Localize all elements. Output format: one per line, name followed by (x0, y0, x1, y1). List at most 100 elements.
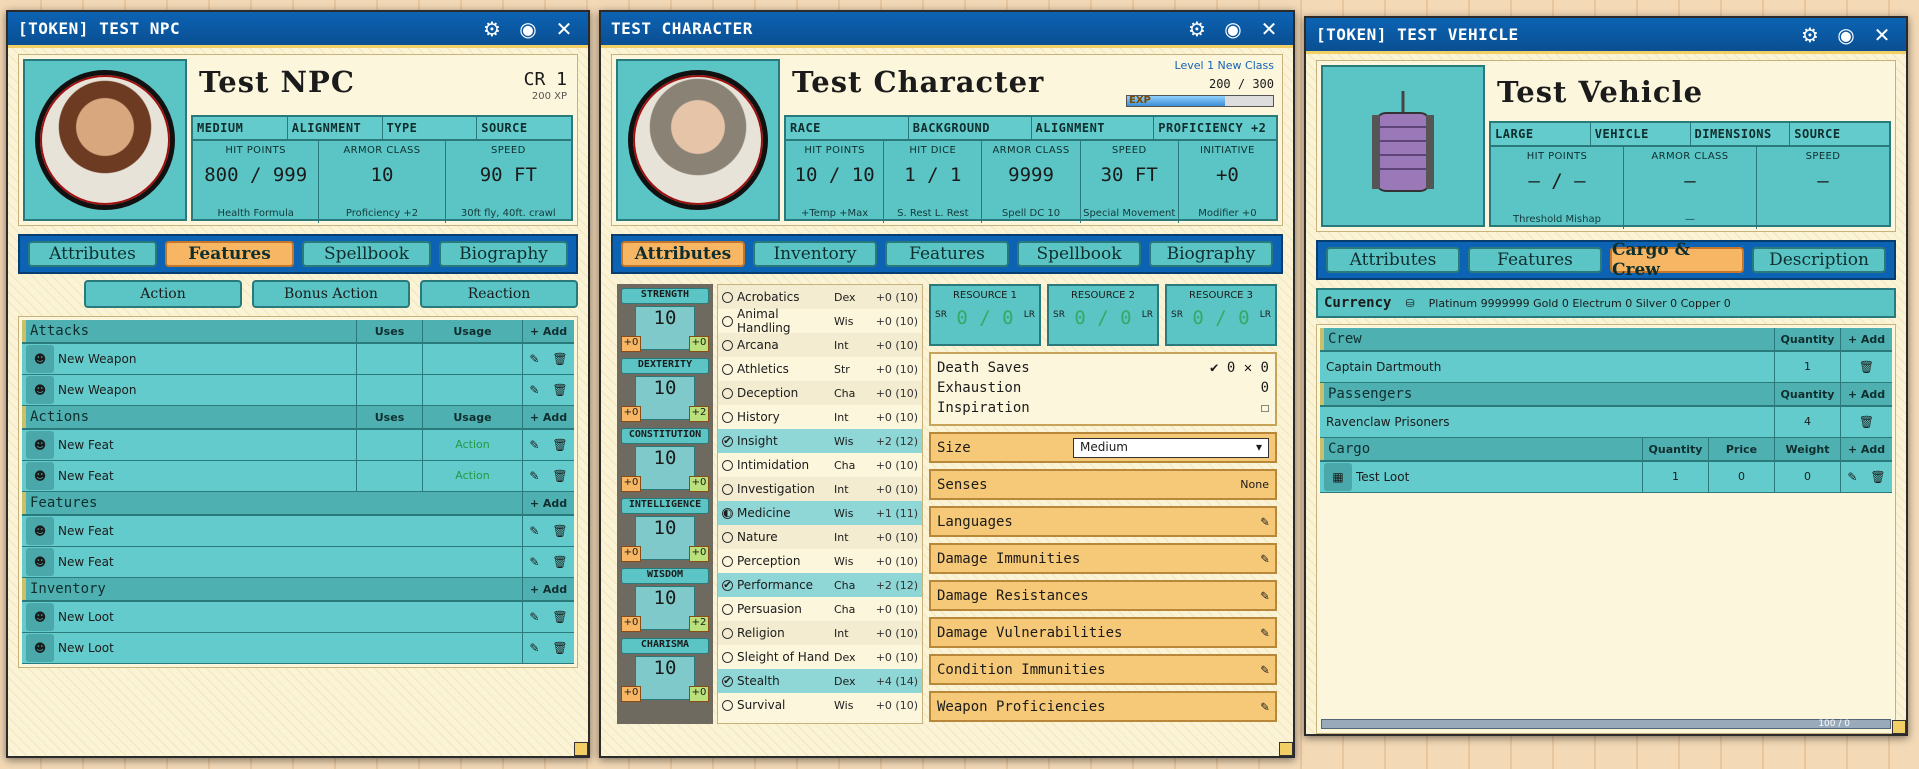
race-field[interactable]: RACE (786, 117, 909, 139)
ability-modifier[interactable]: +0 (621, 616, 641, 632)
ability-wisdom[interactable]: WISDOM 10 +0 +2 (621, 568, 709, 634)
item-image-icon[interactable]: ☻ (26, 548, 54, 576)
character-name[interactable]: Test Character (792, 65, 1044, 99)
tab-attributes[interactable]: Attributes (621, 241, 745, 267)
trash-icon[interactable]: 🗑 (1870, 470, 1885, 484)
size-select[interactable]: Medium ▾ (1073, 437, 1269, 458)
tab-biography[interactable]: Biography (1149, 241, 1273, 267)
proficiency-toggle[interactable] (722, 363, 733, 375)
resize-handle[interactable] (1279, 742, 1293, 756)
skill-name[interactable]: Insight (737, 434, 834, 448)
trash-icon[interactable]: 🗑 (552, 555, 567, 569)
cargo-name[interactable]: Test Loot (1356, 470, 1642, 484)
saving-throw-modifier[interactable]: +0 (689, 686, 709, 702)
list-item[interactable]: ☻ New Weapon ✎ 🗑 (22, 344, 574, 375)
add-passenger-button[interactable]: + Add (1840, 383, 1892, 405)
stat-value[interactable]: 10 / 10 (786, 164, 883, 186)
horizontal-scrollbar[interactable]: 100 / 0 (1321, 719, 1891, 729)
ability-score[interactable]: 10 (635, 446, 695, 490)
trash-icon[interactable]: 🗑 (552, 524, 567, 538)
item-name[interactable]: New Feat (58, 438, 356, 452)
skill-name[interactable]: History (737, 410, 834, 424)
tab-features[interactable]: Features (885, 241, 1009, 267)
edit-icon[interactable]: ✎ (1261, 551, 1269, 567)
vehicle-window-header[interactable]: [TOKEN] TEST VEHICLE ⚙ ◉ ✕ (1306, 18, 1906, 54)
sr-checkbox[interactable]: SR (935, 310, 947, 320)
list-item[interactable]: Captain Dartmouth 1 🗑 (1320, 352, 1892, 383)
resize-handle[interactable] (1892, 720, 1906, 734)
proficiency-toggle[interactable] (722, 555, 733, 567)
skill-name[interactable]: Arcana (737, 338, 834, 352)
skill-row[interactable]: History Int +0 (10) (718, 405, 922, 429)
proficiency-toggle[interactable] (722, 459, 733, 471)
list-item[interactable]: Ravenclaw Prisoners 4 🗑 (1320, 407, 1892, 438)
item-image-icon[interactable]: ☻ (26, 634, 54, 662)
skill-row[interactable]: ✔ Stealth Dex +4 (14) (718, 669, 922, 693)
ability-modifier[interactable]: +0 (621, 686, 641, 702)
character-window-header[interactable]: TEST CHARACTER ⚙ ◉ ✕ (601, 12, 1293, 48)
level-class[interactable]: Level 1 New Class (1175, 59, 1274, 72)
ability-modifier[interactable]: +0 (621, 406, 641, 422)
size-field[interactable]: LARGE (1491, 123, 1591, 145)
ability-score[interactable]: 10 (635, 306, 695, 350)
size-field[interactable]: MEDIUM (193, 117, 288, 139)
edit-icon[interactable]: ✎ (1261, 514, 1269, 530)
ability-score[interactable]: 10 (635, 656, 695, 700)
lr-checkbox[interactable]: LR (1260, 310, 1271, 320)
currency-values[interactable]: Platinum 9999999 Gold 0 Electrum 0 Silve… (1429, 297, 1731, 310)
list-item[interactable]: ▦ Test Loot 1 0 0 ✎ 🗑 (1320, 462, 1892, 493)
edit-icon[interactable]: ✎ (529, 610, 539, 624)
item-name[interactable]: New Loot (58, 610, 522, 624)
tab-description[interactable]: Description (1752, 247, 1886, 273)
source-field[interactable]: SOURCE (1790, 123, 1889, 145)
saving-throw-modifier[interactable]: +2 (689, 616, 709, 632)
trash-icon[interactable]: 🗑 (552, 352, 567, 366)
background-field[interactable]: BACKGROUND (909, 117, 1032, 139)
item-image-icon[interactable]: ☻ (26, 603, 54, 631)
inspiration-checkbox[interactable]: ☐ (1261, 398, 1269, 418)
ability-score[interactable]: 10 (635, 376, 695, 420)
list-item[interactable]: ☻ New Feat Action ✎ 🗑 (22, 430, 574, 461)
stat-value[interactable]: 90 FT (446, 164, 571, 186)
proficiency-toggle[interactable] (722, 651, 733, 663)
tab-attributes[interactable]: Attributes (1326, 247, 1460, 273)
skill-name[interactable]: Nature (737, 530, 834, 544)
skill-name[interactable]: Intimidation (737, 458, 834, 472)
quantity-cell[interactable]: 4 (1774, 407, 1840, 437)
add-feature-button[interactable]: + Add (522, 492, 574, 514)
quantity-cell[interactable]: 1 (1642, 462, 1708, 492)
user-icon[interactable]: ◉ (1219, 15, 1247, 43)
trash-icon[interactable]: 🗑 (552, 383, 567, 397)
item-image-icon[interactable]: ☻ (26, 462, 54, 490)
hit-points[interactable]: HIT POINTS — / — Threshold Mishap (1491, 147, 1624, 229)
bonus-action-filter-button[interactable]: Bonus Action (252, 280, 410, 308)
edit-icon[interactable]: ✎ (1261, 662, 1269, 678)
saving-throw-modifier[interactable]: +0 (689, 336, 709, 352)
trait-row[interactable]: Weapon Proficiencies ✎ (929, 691, 1277, 722)
skill-row[interactable]: ✔ Performance Cha +2 (12) (718, 573, 922, 597)
proficiency-toggle[interactable] (722, 483, 733, 495)
ability-strength[interactable]: STRENGTH 10 +0 +0 (621, 288, 709, 354)
sr-checkbox[interactable]: SR (1171, 310, 1183, 320)
action-filter-button[interactable]: Action (84, 280, 242, 308)
trait-row[interactable]: Damage Immunities ✎ (929, 543, 1277, 574)
speed[interactable]: SPEED 90 FT 30ft fly, 40ft. crawl (446, 141, 571, 223)
skill-row[interactable]: Nature Int +0 (10) (718, 525, 922, 549)
skill-row[interactable]: Religion Int +0 (10) (718, 621, 922, 645)
crew-name[interactable]: Captain Dartmouth (1320, 360, 1774, 374)
speed[interactable]: SPEED 30 FT Special Movement (1081, 141, 1179, 223)
loot-image-icon[interactable]: ▦ (1324, 463, 1352, 491)
ability-score[interactable]: 10 (635, 586, 695, 630)
stat-value[interactable]: 800 / 999 (193, 164, 318, 186)
proficiency-toggle[interactable]: ◐ (722, 507, 733, 519)
stat-value[interactable]: — / — (1491, 170, 1623, 192)
exhaustion-value[interactable]: 0 (1261, 378, 1269, 398)
skill-row[interactable]: Survival Wis +0 (10) (718, 693, 922, 717)
add-cargo-button[interactable]: + Add (1840, 438, 1892, 460)
proficiency-toggle[interactable] (722, 315, 733, 327)
proficiency-toggle[interactable] (722, 627, 733, 639)
proficiency-toggle[interactable] (722, 603, 733, 615)
ability-intelligence[interactable]: INTELLIGENCE 10 +0 +0 (621, 498, 709, 564)
npc-window-header[interactable]: [TOKEN] TEST NPC ⚙ ◉ ✕ (8, 12, 588, 48)
item-image-icon[interactable]: ☻ (26, 376, 54, 404)
